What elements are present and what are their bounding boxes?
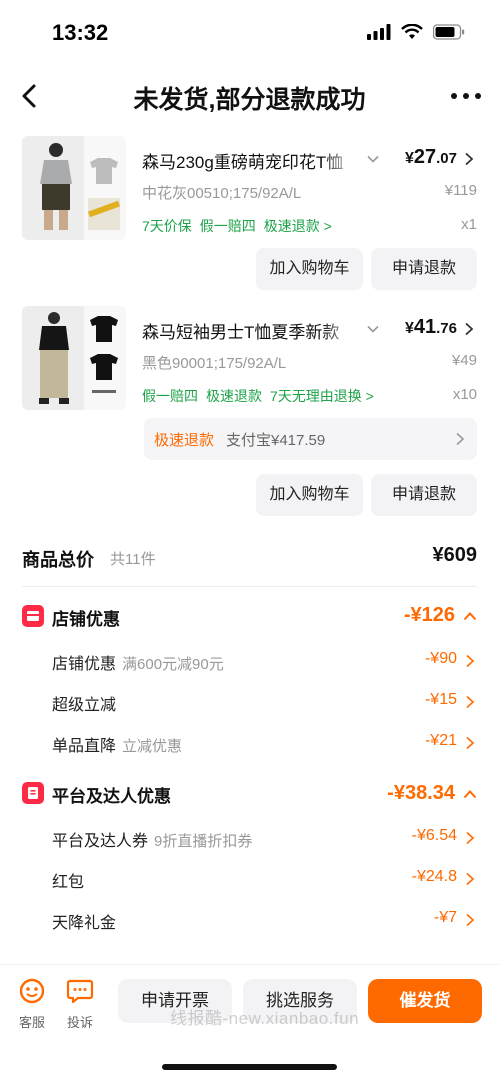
- chevron-right-icon[interactable]: [465, 736, 475, 750]
- total-amount: ¥609: [432, 544, 478, 566]
- refund-status-bar[interactable]: 极速退款 支付宝¥417.59: [144, 418, 477, 460]
- tag-price-protect: 7天价保: [142, 218, 192, 234]
- coupon-icon: [28, 787, 38, 799]
- divider: [22, 586, 477, 587]
- product-image-illustration: [22, 136, 126, 240]
- red-packet-row: 红包: [52, 874, 85, 891]
- home-indicator: [162, 1064, 337, 1070]
- refund-amount-text: 支付宝¥417.59: [226, 432, 326, 449]
- product-spec: 中花灰00510;175/92A/L: [142, 185, 302, 202]
- chevron-right-icon[interactable]: [463, 152, 475, 166]
- platform-discount-label: 平台及达人优惠: [52, 787, 171, 806]
- item-direct-discount-row: 单品直降 立减优惠: [52, 738, 183, 755]
- customer-service-label: 客服: [18, 1015, 45, 1030]
- chevron-up-icon[interactable]: [463, 789, 477, 799]
- platform-discount-amount[interactable]: -¥38.34: [387, 782, 455, 805]
- status-bar: 13:32: [0, 0, 499, 64]
- tag-fake-compensate: 假一赔四: [142, 388, 198, 404]
- title-fade: [322, 317, 358, 341]
- shop-discount-icon: [22, 605, 44, 627]
- apply-refund-button[interactable]: 申请退款: [371, 474, 477, 516]
- tag-fake-compensate: 假一赔四: [199, 218, 256, 234]
- original-price: ¥49: [451, 352, 477, 369]
- complaint-icon: [66, 979, 94, 1004]
- product-quantity: x10: [452, 386, 477, 403]
- chevron-up-icon[interactable]: [463, 611, 477, 621]
- tag-7day-return: 7天无理由退换 >: [270, 388, 374, 404]
- page-title: 未发货,部分退款成功: [133, 86, 366, 114]
- watermark-text: 线报酷-new.xianbao.fun: [170, 1009, 360, 1028]
- chevron-right-icon: [456, 432, 465, 446]
- signal-icon: [367, 24, 391, 40]
- item-direct-discount-amount[interactable]: -¥21: [425, 732, 457, 750]
- red-packet-amount[interactable]: -¥24.8: [412, 868, 457, 886]
- product-image-illustration: [22, 306, 126, 410]
- shop-coupon-row: 店铺优惠 满600元减90元: [52, 656, 224, 673]
- complaint-button[interactable]: 投诉: [60, 977, 100, 1031]
- more-dots-icon[interactable]: [449, 82, 483, 110]
- platform-coupon-row: 平台及达人券 9折直播折扣券: [52, 833, 253, 850]
- customer-service-icon: [19, 978, 45, 1004]
- add-to-cart-button[interactable]: 加入购物车: [256, 474, 363, 516]
- chevron-right-icon[interactable]: [463, 322, 475, 336]
- gift-money-amount[interactable]: -¥7: [434, 909, 457, 927]
- chevron-right-icon[interactable]: [465, 654, 475, 668]
- total-label: 商品总价: [22, 550, 94, 570]
- nav-bar: 未发货,部分退款成功: [0, 70, 499, 124]
- gift-money-row: 天降礼金: [52, 915, 117, 932]
- platform-discount-icon: [22, 782, 44, 804]
- original-price: ¥119: [444, 182, 477, 199]
- service-tags[interactable]: 假一赔四 极速退款 7天无理由退换 >: [142, 386, 382, 406]
- total-price-row: 商品总价 共11件 ¥609: [0, 540, 499, 574]
- product-thumbnail[interactable]: [22, 306, 126, 410]
- tag-fast-refund: 极速退款 >: [263, 218, 332, 234]
- product-price: ¥27.07: [404, 146, 457, 168]
- customer-service-button[interactable]: 客服: [12, 977, 52, 1031]
- chevron-down-icon[interactable]: [366, 152, 380, 166]
- platform-coupon-amount[interactable]: -¥6.54: [412, 827, 457, 845]
- battery-icon: [433, 24, 465, 40]
- status-time: 13:32: [52, 20, 109, 45]
- store-icon: [27, 611, 39, 621]
- chevron-right-icon[interactable]: [465, 831, 475, 845]
- tag-fast-refund: 极速退款: [206, 388, 262, 404]
- shop-discount-label: 店铺优惠: [52, 610, 120, 629]
- shop-coupon-amount[interactable]: -¥90: [425, 650, 457, 668]
- total-count: 共11件: [110, 551, 156, 568]
- fast-refund-tag: 极速退款: [154, 432, 215, 449]
- title-fade: [322, 147, 358, 171]
- product-thumbnail[interactable]: [22, 136, 126, 240]
- wifi-icon: [401, 24, 423, 39]
- service-tags[interactable]: 7天价保 假一赔四 极速退款 >: [142, 216, 340, 236]
- shop-discount-amount[interactable]: -¥126: [404, 604, 455, 627]
- super-discount-amount[interactable]: -¥15: [425, 691, 457, 709]
- chevron-right-icon[interactable]: [465, 872, 475, 886]
- product-spec: 黑色90001;175/92A/L: [142, 355, 287, 372]
- complaint-label: 投诉: [66, 1015, 93, 1030]
- add-to-cart-button[interactable]: 加入购物车: [256, 248, 363, 290]
- product-quantity: x1: [461, 216, 477, 233]
- apply-refund-button[interactable]: 申请退款: [371, 248, 477, 290]
- urge-shipping-button[interactable]: 催发货: [368, 979, 482, 1023]
- super-discount-row: 超级立减: [52, 697, 117, 714]
- chevron-right-icon[interactable]: [465, 913, 475, 927]
- status-icons: [367, 24, 465, 40]
- chevron-right-icon[interactable]: [465, 695, 475, 709]
- product-price: ¥41.76: [404, 316, 457, 338]
- chevron-down-icon[interactable]: [366, 322, 380, 336]
